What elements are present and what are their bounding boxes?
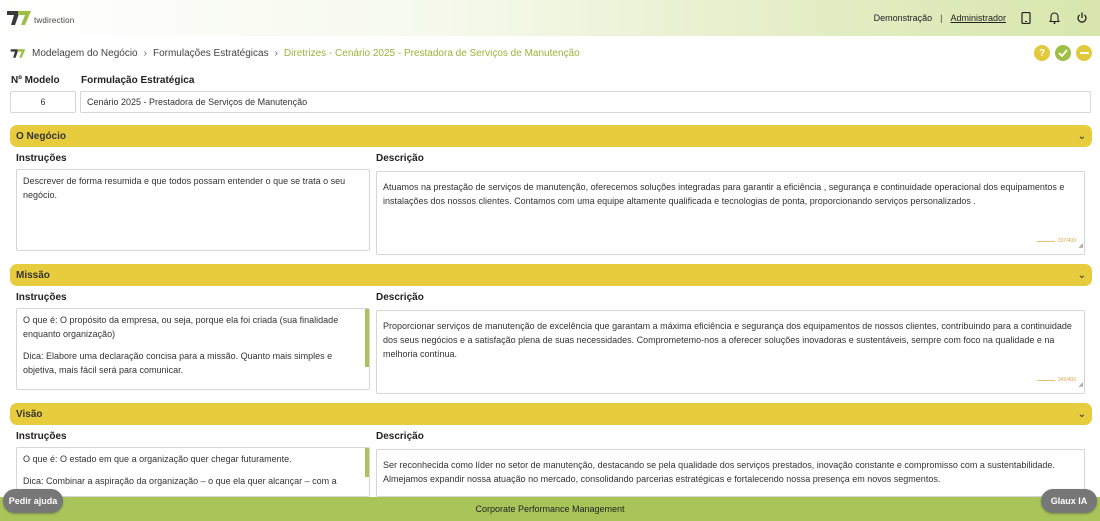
footer-text: Corporate Performance Management [475, 504, 625, 514]
breadcrumb-logo-icon [10, 48, 26, 59]
scrollbar[interactable] [365, 309, 369, 367]
instruction-text: Descrever de forma resumida e que todos … [23, 176, 346, 200]
section-header-visao[interactable]: Visão ⌄ [10, 403, 1092, 425]
instructions-box-negocio: Descrever de forma resumida e que todos … [16, 169, 370, 251]
formulation-label: Formulação Estratégica [81, 75, 195, 86]
section-header-negocio[interactable]: O Negócio ⌄ [10, 125, 1092, 147]
model-number-field[interactable]: 6 [10, 91, 76, 113]
section-title: Visão [16, 408, 43, 420]
brand-logo[interactable]: twdirection [6, 9, 74, 27]
brand-name: twdirection [34, 16, 75, 25]
breadcrumb-row: Modelagem do Negócio › Formulações Estra… [10, 44, 1092, 62]
tablet-icon[interactable] [1018, 10, 1034, 26]
breadcrumb-item-modelagem[interactable]: Modelagem do Negócio [32, 48, 138, 59]
instruction-tip: Dica: Elabore uma declaração concisa par… [23, 351, 333, 375]
breadcrumb: Modelagem do Negócio › Formulações Estra… [10, 48, 580, 59]
chevron-down-icon[interactable]: ⌄ [1078, 409, 1086, 420]
collapse-all-button[interactable] [1076, 45, 1092, 61]
chevron-down-icon[interactable]: ⌄ [1078, 131, 1086, 142]
power-icon[interactable] [1074, 10, 1090, 26]
breadcrumb-item-formulacoes[interactable]: Formulações Estratégicas [153, 48, 269, 59]
footer-bar: Corporate Performance Management [0, 497, 1100, 521]
resize-handle-icon[interactable]: ◢ [1078, 239, 1083, 253]
resize-handle-icon[interactable]: ◢ [1078, 378, 1083, 392]
help-button[interactable]: ? [1034, 45, 1050, 61]
chevron-right-icon: › [143, 47, 147, 59]
instructions-label: Instruções [16, 431, 67, 442]
check-icon [1058, 49, 1068, 57]
char-counter: 337/400 [1036, 234, 1076, 248]
chevron-right-icon: › [274, 47, 278, 59]
description-text: Ser reconhecida como líder no setor de m… [383, 460, 1055, 484]
topbar-separator: | [940, 13, 943, 23]
instructions-label: Instruções [16, 292, 67, 303]
instruction-tip: Dica: Combinar a aspiração da organizaçã… [23, 476, 337, 486]
section-title: Missão [16, 269, 50, 281]
section-header-missao[interactable]: Missão ⌄ [10, 264, 1092, 286]
description-text: Atuamos na prestação de serviços de manu… [383, 182, 1065, 206]
model-number-label: Nº Modelo [11, 75, 60, 86]
description-label: Descrição [376, 431, 424, 442]
confirm-button[interactable] [1055, 45, 1071, 61]
page-actions: ? [1034, 45, 1092, 61]
instructions-box-visao[interactable]: O que é: O estado em que a organização q… [16, 447, 370, 497]
glaux-ai-button[interactable]: Glaux IA [1041, 489, 1097, 513]
char-counter: 342/400 [1036, 373, 1076, 387]
formulation-field[interactable]: Cenário 2025 - Prestadora de Serviços de… [80, 91, 1091, 113]
description-textarea-missao[interactable]: Proporcionar serviços de manutenção de e… [376, 310, 1085, 394]
instructions-label: Instruções [16, 153, 67, 164]
section-title: O Negócio [16, 130, 67, 142]
logo-mark-icon [7, 11, 31, 25]
description-textarea-visao[interactable]: Ser reconhecida como líder no setor de m… [376, 449, 1085, 497]
mode-link[interactable]: Demonstração [874, 13, 933, 23]
chevron-down-icon[interactable]: ⌄ [1078, 270, 1086, 281]
description-text: Proporcionar serviços de manutenção de e… [383, 321, 1072, 359]
description-label: Descrição [376, 153, 424, 164]
description-label: Descrição [376, 292, 424, 303]
description-textarea-negocio[interactable]: Atuamos na prestação de serviços de manu… [376, 171, 1085, 255]
scrollbar[interactable] [365, 448, 369, 477]
instruction-text: O que é: O propósito da empresa, ou seja… [23, 315, 339, 339]
instruction-text: O que é: O estado em que a organização q… [23, 454, 292, 464]
ask-help-button[interactable]: Pedir ajuda [3, 489, 63, 513]
minus-icon [1079, 52, 1089, 54]
instructions-box-missao[interactable]: O que é: O propósito da empresa, ou seja… [16, 308, 370, 390]
user-link[interactable]: Administrador [950, 13, 1006, 23]
bell-icon[interactable] [1046, 10, 1062, 26]
breadcrumb-current: Diretrizes - Cenário 2025 - Prestadora d… [283, 47, 580, 59]
top-bar: twdirection Demonstração | Administrador [0, 0, 1100, 36]
